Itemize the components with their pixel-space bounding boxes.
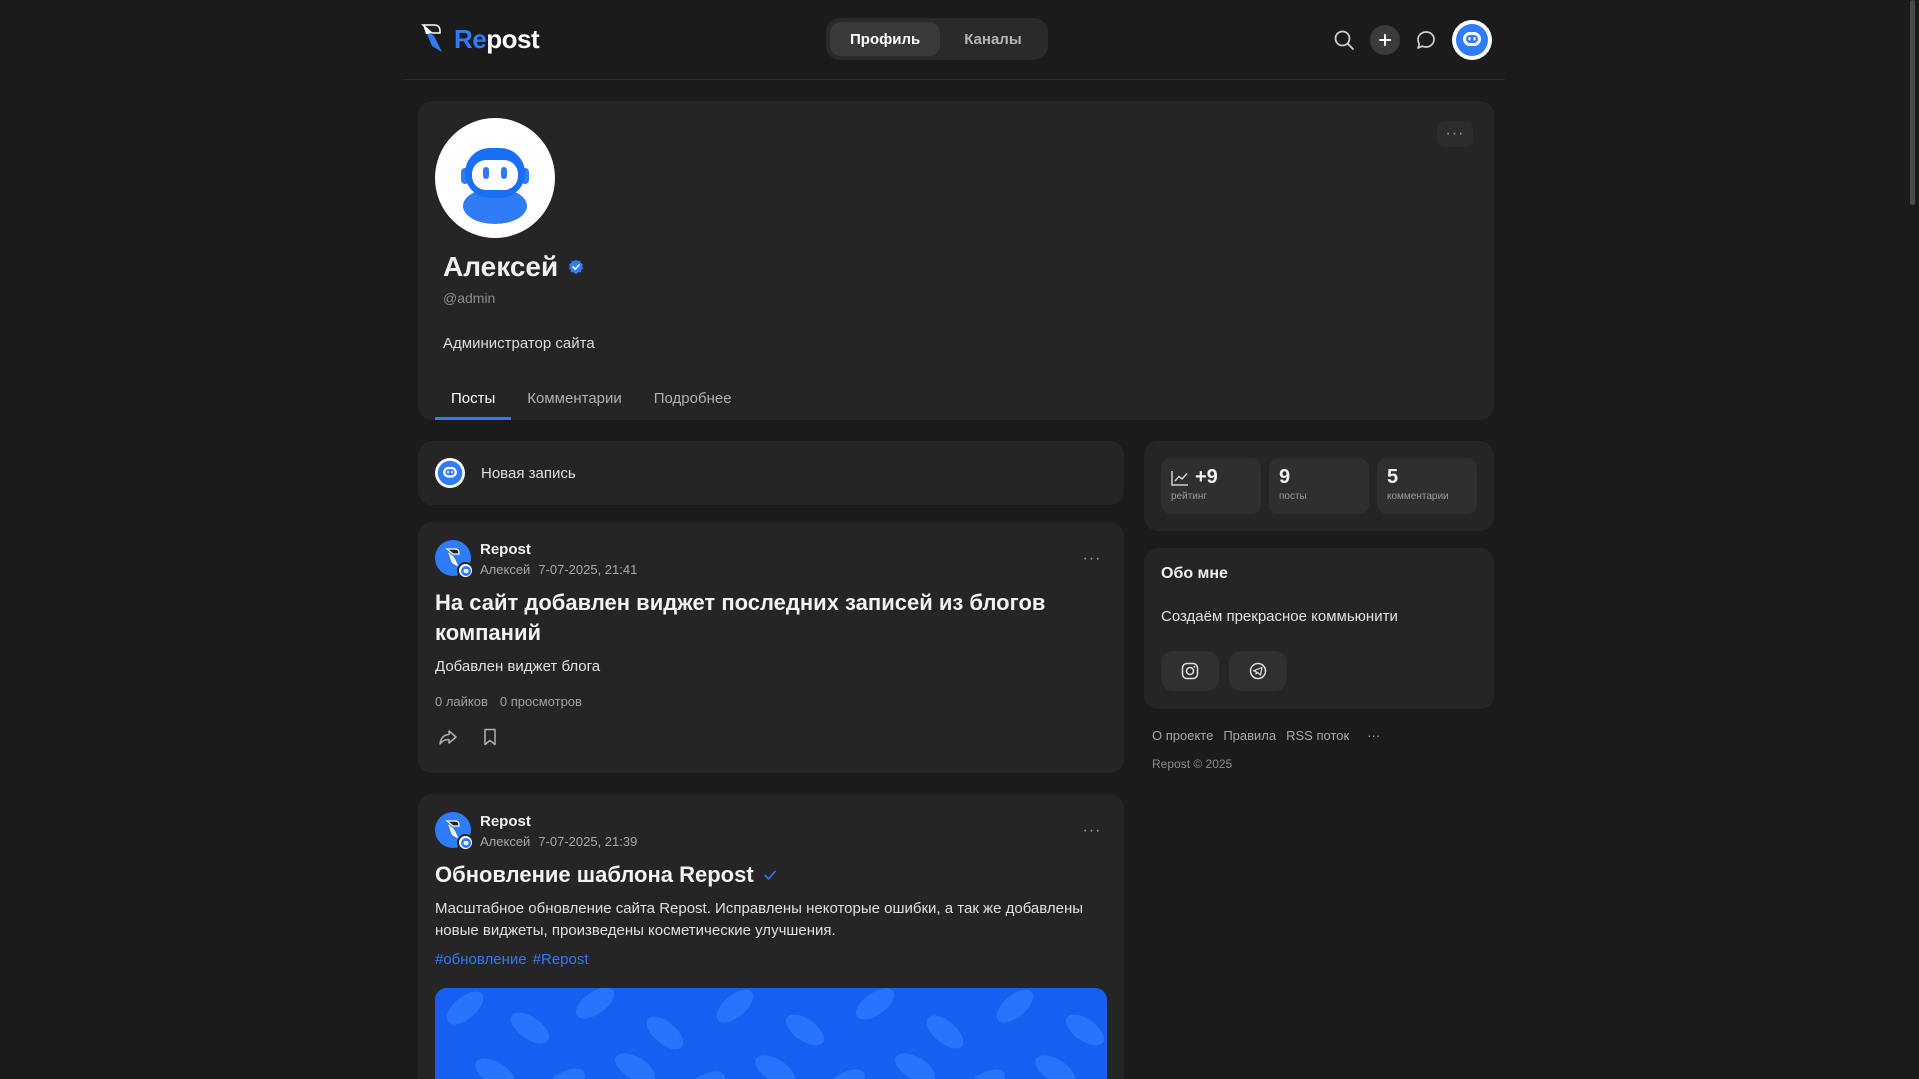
robot-avatar-icon: [437, 460, 463, 486]
footer-link-rules[interactable]: Правила: [1223, 728, 1276, 743]
stat-comments-label: комментарии: [1387, 491, 1449, 502]
new-post-bar[interactable]: Новая запись: [418, 441, 1124, 505]
profile-avatar: [435, 118, 555, 238]
scrollbar-thumb[interactable]: [1910, 0, 1915, 205]
create-post-button[interactable]: [1370, 25, 1400, 55]
share-icon[interactable]: [438, 727, 458, 752]
author-avatar-badge: [457, 834, 474, 851]
footer-link-rss[interactable]: RSS поток: [1286, 728, 1349, 743]
copyright: Repost © 2025: [1152, 757, 1233, 771]
footer-link-about[interactable]: О проекте: [1152, 728, 1213, 743]
stat-rating-value: +9: [1195, 466, 1218, 488]
stat-comments[interactable]: 5 комментарии: [1377, 458, 1477, 514]
post-source[interactable]: Repost: [480, 541, 531, 558]
post-author[interactable]: Алексей: [480, 834, 530, 849]
robot-avatar-icon: [1456, 24, 1488, 56]
profile-tabs: Посты Комментарии Подробнее: [435, 380, 748, 420]
stat-comments-value: 5: [1387, 466, 1399, 488]
post-card: Repost Алексей 7-07-2025, 21:41 ··· На с…: [418, 522, 1124, 773]
post-meta: Алексей 7-07-2025, 21:41: [480, 562, 637, 577]
tab-comments[interactable]: Комментарии: [511, 380, 637, 420]
page-scrollbar[interactable]: [1905, 0, 1919, 1079]
logo-text: Repost: [454, 23, 540, 54]
site-logo[interactable]: Repost: [420, 22, 540, 56]
bookmark-icon[interactable]: [480, 727, 500, 752]
search-icon[interactable]: [1329, 25, 1359, 55]
about-title: Обо мне: [1161, 565, 1228, 582]
tab-posts[interactable]: Посты: [435, 380, 512, 420]
instagram-icon[interactable]: [1161, 651, 1219, 691]
checkmark-icon: [763, 870, 776, 880]
profile-bio: Администратор сайта: [443, 335, 595, 352]
post-more-button[interactable]: ···: [1074, 546, 1110, 572]
robot-avatar-icon: [461, 148, 529, 224]
post-stats: 0 лайков 0 просмотров: [435, 694, 582, 709]
telegram-icon[interactable]: [1229, 651, 1287, 691]
leaf-pattern-image: [435, 988, 1107, 1079]
post-actions: [438, 727, 500, 752]
stat-posts-label: посты: [1279, 491, 1307, 502]
post-source[interactable]: Repost: [480, 813, 531, 830]
profile-handle: @admin: [443, 290, 496, 306]
post-image[interactable]: [435, 988, 1107, 1079]
tag-link[interactable]: #Repost: [533, 951, 589, 968]
stat-rating: +9 рейтинг: [1161, 458, 1261, 514]
stat-rating-label: рейтинг: [1171, 491, 1208, 502]
stats-card: +9 рейтинг 9 посты 5 комментарии: [1144, 441, 1494, 531]
about-text: Создаём прекрасное коммьюнити: [1161, 608, 1398, 625]
post-likes: 0 лайков: [435, 694, 488, 709]
footer-links: О проекте Правила RSS поток ···: [1152, 728, 1380, 743]
about-card: Обо мне Создаём прекрасное коммьюнити: [1144, 548, 1494, 709]
logo-mark-icon: [420, 22, 446, 56]
post-title-text: Обновление шаблона Repost: [435, 862, 754, 887]
profile-name-text: Алексей: [443, 251, 559, 282]
tab-details[interactable]: Подробнее: [638, 380, 748, 420]
profile-card: Алексей @admin Администратор сайта Посты…: [418, 101, 1494, 420]
verified-badge-icon: [569, 259, 584, 275]
user-avatar: [435, 458, 465, 488]
post-text: Масштабное обновление сайта Repost. Испр…: [435, 900, 1084, 939]
tab-profile[interactable]: Профиль: [830, 22, 941, 56]
post-title[interactable]: Обновление шаблона Repost: [435, 860, 1105, 890]
post-more-button[interactable]: ···: [1074, 818, 1110, 844]
plus-icon: [1379, 34, 1391, 46]
post-meta: Алексей 7-07-2025, 21:39: [480, 834, 637, 849]
profile-more-button[interactable]: ···: [1437, 121, 1473, 147]
post-tags: #обновление #Repost: [435, 951, 589, 968]
footer-more-button[interactable]: ···: [1367, 728, 1380, 743]
post-card: Repost Алексей 7-07-2025, 21:39 ··· Обно…: [418, 794, 1124, 1079]
post-date: 7-07-2025, 21:39: [538, 834, 638, 849]
top-header: Repost Профиль Каналы: [404, 0, 1505, 80]
stat-posts[interactable]: 9 посты: [1269, 458, 1369, 514]
channel-avatar[interactable]: [435, 540, 474, 579]
chat-icon[interactable]: [1411, 25, 1441, 55]
tab-channels[interactable]: Каналы: [944, 22, 1041, 56]
main-nav-tabs: Профиль Каналы: [826, 18, 1048, 60]
author-avatar-badge: [457, 562, 474, 579]
stat-posts-value: 9: [1279, 466, 1291, 488]
post-views: 0 просмотров: [499, 694, 582, 709]
channel-avatar[interactable]: [435, 812, 474, 851]
post-title[interactable]: На сайт добавлен виджет последних записе…: [435, 588, 1105, 648]
post-text: Добавлен виджет блога: [435, 658, 601, 675]
tag-link[interactable]: #обновление: [435, 951, 527, 968]
chart-trend-icon: [1171, 470, 1188, 486]
profile-name: Алексей: [443, 251, 584, 283]
post-date: 7-07-2025, 21:41: [538, 562, 638, 577]
user-avatar[interactable]: [1452, 20, 1492, 60]
post-author[interactable]: Алексей: [480, 562, 530, 577]
new-post-label: Новая запись: [481, 464, 576, 482]
